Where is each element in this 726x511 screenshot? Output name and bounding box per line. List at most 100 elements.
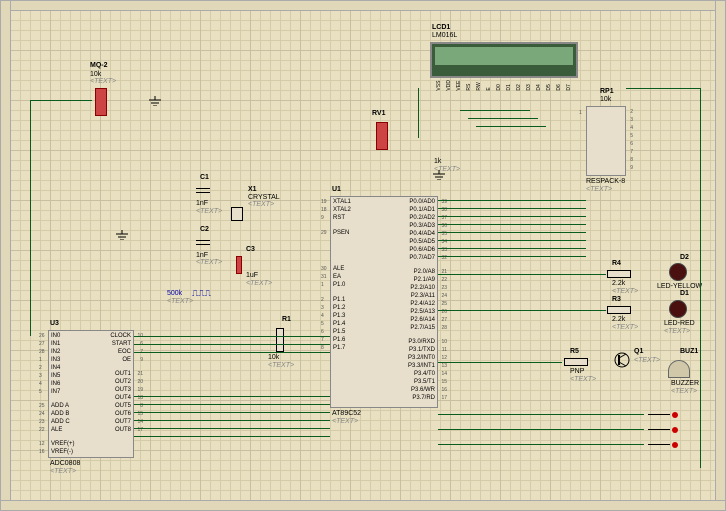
wire xyxy=(134,344,330,345)
ruler-bottom xyxy=(0,500,726,511)
wire xyxy=(30,100,31,336)
buz1-part: BUZZER xyxy=(671,380,699,387)
wire xyxy=(134,412,330,413)
q1-ref: Q1 xyxy=(634,348,643,355)
clock-txt: <TEXT> xyxy=(167,298,193,305)
buz1-body[interactable] xyxy=(668,360,690,378)
c3-txt: <TEXT> xyxy=(246,280,272,287)
q1-txt: <TEXT> xyxy=(634,357,660,364)
c1-value: 1nF xyxy=(196,200,208,207)
wire xyxy=(134,428,330,429)
rv1-value: 1k xyxy=(434,158,441,165)
u3-txt: <TEXT> xyxy=(50,468,76,475)
ruler-left xyxy=(0,0,11,511)
wire xyxy=(134,404,330,405)
rp1-body[interactable]: 123456789 xyxy=(586,106,626,176)
r5-txt: <TEXT> xyxy=(570,376,596,383)
c3-body[interactable] xyxy=(236,256,242,274)
lcd-part: LM016L xyxy=(432,32,457,39)
r3-ref: R3 xyxy=(612,296,621,303)
d2-ref: D2 xyxy=(680,254,689,261)
r1-body[interactable] xyxy=(276,328,284,352)
lcd-pins: VSSVDDVEERSRWED0D1D2D3D4D5D6D7 xyxy=(436,80,575,91)
r4-value: 2.2k xyxy=(612,280,625,287)
c2-body[interactable] xyxy=(200,236,206,250)
clock-icon[interactable]: ⎍⎍⎍ xyxy=(192,288,216,298)
d1-ref: D1 xyxy=(680,290,689,297)
r3-txt: <TEXT> xyxy=(612,324,638,331)
rp1-value: 10k xyxy=(600,96,611,103)
r5-ref: R5 xyxy=(570,348,579,355)
d1-led[interactable] xyxy=(669,300,687,318)
u1-ref: U1 xyxy=(332,186,341,193)
r1-value: 10k xyxy=(268,354,279,361)
u3-body[interactable]: 26IN027IN128IN21IN32IN43IN54IN65IN725ADD… xyxy=(48,330,134,458)
c2-ref: C2 xyxy=(200,226,209,233)
wire xyxy=(134,436,330,437)
r1-ref: R1 xyxy=(282,316,291,323)
wire xyxy=(438,310,606,311)
wire xyxy=(30,100,92,101)
rv1-pot[interactable] xyxy=(376,122,388,150)
lcd1[interactable] xyxy=(430,42,578,78)
r3-value: 2.2k xyxy=(612,316,625,323)
wire xyxy=(438,414,644,415)
q1-body[interactable] xyxy=(614,352,630,368)
wire xyxy=(134,396,330,397)
wire xyxy=(700,88,701,468)
d2-part: LED-YELLOW xyxy=(657,283,702,290)
gnd-icon xyxy=(148,96,162,106)
wire xyxy=(476,126,546,127)
wire xyxy=(438,224,586,225)
buz1-txt: <TEXT> xyxy=(671,388,697,395)
r5-part: PNP xyxy=(570,368,584,375)
r4-txt: <TEXT> xyxy=(612,288,638,295)
mq2-txt: <TEXT> xyxy=(90,78,116,85)
u1-part: AT89C52 xyxy=(332,410,361,417)
x1-txt: <TEXT> xyxy=(248,201,274,208)
wire xyxy=(468,118,538,119)
gnd-icon xyxy=(115,230,129,240)
x1-part: CRYSTAL xyxy=(248,194,280,201)
switch-1[interactable] xyxy=(648,410,678,420)
clock-freq: 500k xyxy=(167,290,182,297)
d2-led[interactable] xyxy=(669,263,687,281)
wire xyxy=(438,256,586,257)
rp1-ref: RP1 xyxy=(600,88,614,95)
wire xyxy=(134,420,330,421)
wire xyxy=(438,429,644,430)
u1-body[interactable]: 19XTAL118XTAL29RST29PSEN30ALE31EA1P1.02P… xyxy=(330,196,438,408)
r4-ref: R4 xyxy=(612,260,621,267)
wire xyxy=(438,362,562,363)
wire xyxy=(438,240,586,241)
wire xyxy=(438,248,586,249)
wire xyxy=(626,88,700,89)
wire xyxy=(438,444,644,445)
switch-2[interactable] xyxy=(648,425,678,435)
x1-ref: X1 xyxy=(248,186,257,193)
wire xyxy=(438,208,586,209)
rp1-part: RESPACK-8 xyxy=(586,178,625,185)
switch-3[interactable] xyxy=(648,440,678,450)
wire xyxy=(418,88,419,138)
wire xyxy=(438,200,586,201)
c1-body[interactable] xyxy=(200,184,206,198)
gnd-icon xyxy=(432,170,446,180)
d1-txt: <TEXT> xyxy=(664,328,690,335)
lcd-screen xyxy=(435,47,573,65)
wire xyxy=(438,274,606,275)
x1-body[interactable] xyxy=(231,207,243,221)
c2-value: 1nF xyxy=(196,252,208,259)
wire xyxy=(438,216,586,217)
mq2-ref: MQ-2 xyxy=(90,62,108,69)
u3-ref: U3 xyxy=(50,320,59,327)
rv1-ref: RV1 xyxy=(372,110,386,117)
r3-body[interactable] xyxy=(607,306,631,314)
mq2-pot[interactable] xyxy=(95,88,107,116)
c3-ref: C3 xyxy=(246,246,255,253)
r4-body[interactable] xyxy=(607,270,631,278)
wire xyxy=(134,336,330,337)
buz1-ref: BUZ1 xyxy=(680,348,698,355)
r5-body[interactable] xyxy=(564,358,588,366)
c1-ref: C1 xyxy=(200,174,209,181)
